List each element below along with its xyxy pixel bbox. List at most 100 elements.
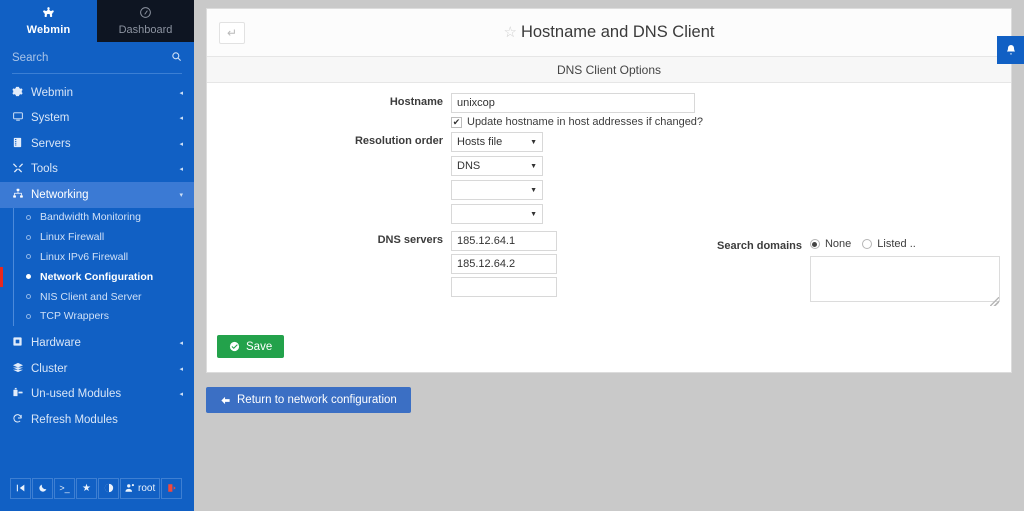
sidebar-item-tools[interactable]: Tools ◂ [0,157,194,183]
resolution-order-select-2[interactable]: DNS ▼ [451,156,543,176]
sidebar-item-system-label: System [31,112,70,125]
sidebar-item-webmin[interactable]: Webmin ◂ [0,80,194,106]
back-arrow-icon: ↵ [226,25,238,40]
resolution-order-label: Resolution order [354,135,443,147]
theme-palette-icon[interactable] [98,477,119,499]
sidebar-item-servers-label: Servers [31,137,71,150]
chevron-left-icon: ◂ [179,140,183,148]
cluster-icon [12,362,31,376]
dns-server-input-2[interactable] [451,254,557,274]
bullet-icon [26,294,31,300]
chevron-down-icon: ▼ [530,162,537,170]
sidebar-bottom-toolbar: >_ ★ root [0,465,194,511]
sidebar-subitem-linux-firewall[interactable]: Linux Firewall [0,227,194,247]
chevron-left-icon: ◂ [179,115,183,123]
sidebar-item-networking[interactable]: Networking ▾ [0,182,194,208]
save-row: Save [207,329,1011,372]
section-title: DNS Client Options [556,62,662,77]
content-card: ↵ ☆ Hostname and DNS Client DNS Client Op… [206,8,1012,373]
page-title-text: Hostname and DNS Client [520,23,715,41]
sidebar-subitem-label: Network Configuration [40,270,154,283]
search-domains-textarea[interactable] [809,256,1000,302]
dns-servers-label: DNS servers [377,234,443,246]
sidebar-item-hardware-label: Hardware [31,337,81,350]
sidebar-item-unused-modules[interactable]: Un-used Modules ◂ [0,381,194,407]
dns-server-input-3[interactable] [451,277,557,297]
chevron-left-icon: ◂ [179,340,183,348]
sidebar-item-cluster-label: Cluster [31,362,68,375]
select-value: Hosts file [457,136,503,148]
favorites-icon[interactable]: ★ [76,477,97,499]
search-domains-radios: None Listed .. [809,238,1000,250]
user-root-button[interactable]: root [120,477,161,499]
sidebar-item-cluster[interactable]: Cluster ◂ [0,356,194,382]
sidebar-item-refresh-modules[interactable]: Refresh Modules [0,407,194,433]
update-hostname-row[interactable]: ✔ Update hostname in host addresses if c… [451,116,1011,128]
chevron-left-icon: ◂ [179,89,183,97]
sidebar-subitem-nis-client-and-server[interactable]: NIS Client and Server [0,286,194,307]
dns-server-input-1[interactable] [451,231,557,251]
sidebar-item-refresh-modules-label: Refresh Modules [31,413,118,426]
chevron-down-icon: ▼ [530,210,537,218]
sidebar-subitem-label: Bandwidth Monitoring [40,211,141,224]
brand-webmin[interactable]: Webmin [0,0,97,42]
hostname-input[interactable] [451,93,695,113]
search-domains-radio-none[interactable] [809,239,820,249]
search-domains-radio-none-label: None [824,238,852,250]
bullet-icon [26,313,31,319]
notifications-button[interactable] [997,36,1024,64]
server-icon [12,137,31,151]
brand-webmin-label: Webmin [26,24,71,36]
star-glyph: ★ [82,482,91,494]
sidebar: Webmin Dashboard Webmin ◂ [0,0,194,511]
bullet-icon [26,234,31,240]
search-input[interactable] [12,51,171,64]
resolution-order-select-3[interactable]: ▼ [451,180,543,200]
dashboard-icon [139,6,152,23]
gear-icon [12,86,31,100]
search-box[interactable] [12,42,182,74]
sidebar-subitem-network-configuration[interactable]: Network Configuration [0,266,194,287]
chevron-left-icon: ◂ [179,391,183,399]
sidebar-item-hardware[interactable]: Hardware ◂ [0,330,194,356]
user-root-label: root [138,482,156,494]
bullet-icon [26,274,31,280]
terminal-icon[interactable]: >_ [54,477,75,499]
collapse-sidebar-icon[interactable] [10,477,31,499]
favorite-star-icon[interactable]: ☆ [504,24,517,41]
search-domains-controls: None Listed .. [809,238,1000,307]
search-domains-block: Search domains None Listed .. [717,238,1000,307]
brand-bar: Webmin Dashboard [0,0,194,42]
page-header: ↵ ☆ Hostname and DNS Client [207,9,1011,57]
dark-mode-icon[interactable] [32,477,53,499]
tab-dashboard[interactable]: Dashboard [97,0,194,42]
nav-list: Webmin ◂ System ◂ Servers ◂ Tools ◂ Netw… [0,80,194,465]
refresh-icon [12,413,31,427]
sidebar-item-servers[interactable]: Servers ◂ [0,131,194,157]
resolution-order-row: Resolution order Hosts file ▼ DNS ▼ ▼ ▼ [207,132,1011,228]
resolution-order-selects: Hosts file ▼ DNS ▼ ▼ ▼ [451,132,543,228]
update-hostname-label: Update hostname in host addresses if cha… [467,116,704,128]
sidebar-subitem-label: Linux IPv6 Firewall [40,250,129,263]
bell-icon [1006,45,1015,55]
hardware-icon [12,336,31,350]
back-button[interactable]: ↵ [219,21,245,44]
chevron-down-icon: ▼ [530,138,537,146]
return-to-network-configuration-button[interactable]: Return to network configuration [206,387,411,413]
search-domains-radio-listed[interactable] [862,239,873,249]
resolution-order-select-1[interactable]: Hosts file ▼ [451,132,543,152]
save-button-label: Save [246,340,273,353]
save-button[interactable]: Save [217,335,285,358]
update-hostname-checkbox[interactable]: ✔ [451,116,462,128]
logout-icon[interactable] [161,477,183,499]
sidebar-subitem-bandwidth-monitoring[interactable]: Bandwidth Monitoring [0,207,194,228]
sidebar-subitem-label: Linux Firewall [40,231,105,244]
resolution-order-select-4[interactable]: ▼ [451,204,543,224]
sidebar-subitem-linux-ipv6-firewall[interactable]: Linux IPv6 Firewall [0,247,194,267]
dns-client-form: Hostname ✔ Update hostname in host addre… [207,83,1011,329]
check-circle-icon [229,341,240,352]
sidebar-item-system[interactable]: System ◂ [0,106,194,132]
chevron-left-icon: ◂ [179,166,183,174]
sidebar-subitem-tcp-wrappers[interactable]: TCP Wrappers [0,306,194,327]
sidebar-item-webmin-label: Webmin [31,86,73,99]
